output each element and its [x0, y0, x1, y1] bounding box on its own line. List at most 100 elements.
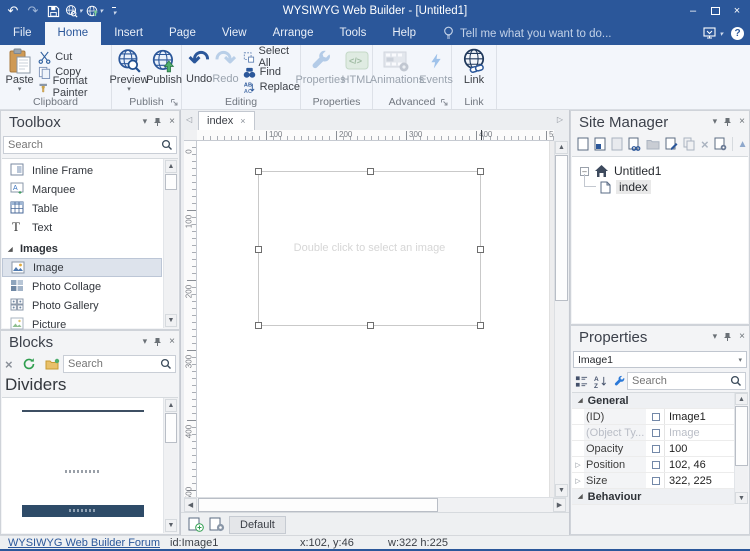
document-tab-index[interactable]: index ×	[198, 111, 255, 130]
scroll-down-button[interactable]: ▼	[165, 519, 177, 532]
resize-handle-w[interactable]	[255, 246, 262, 253]
panel-menu-icon[interactable]: ▾	[143, 116, 148, 127]
property-section-behaviour[interactable]: ◢ Behaviour	[572, 489, 734, 505]
toolbox-item-text[interactable]: T Text	[2, 218, 162, 237]
resize-handle-e[interactable]	[477, 246, 484, 253]
panel-close-icon[interactable]: ×	[739, 331, 745, 342]
events-button[interactable]: Events	[422, 47, 450, 86]
resize-handle-se[interactable]	[477, 322, 484, 329]
tab-file[interactable]: File	[0, 22, 45, 45]
qat-customize-button[interactable]: ▾	[105, 2, 123, 20]
delete-block-button[interactable]: ×	[5, 358, 13, 371]
toolbox-scrollbar[interactable]: ▲ ▼	[163, 159, 178, 328]
move-up-icon[interactable]: ▲	[738, 139, 748, 150]
html-button[interactable]: </> HTML	[342, 47, 372, 86]
scrollbar-thumb[interactable]	[165, 174, 177, 190]
property-row-opacity[interactable]: Opacity 100	[572, 441, 734, 457]
tell-me-box[interactable]: Tell me what you want to do...	[443, 22, 612, 45]
property-row-object-type[interactable]: (Object Ty... Image	[572, 425, 734, 441]
tab-page[interactable]: Page	[156, 22, 209, 45]
property-value[interactable]: 100	[664, 441, 734, 456]
animations-button[interactable]: Animations	[374, 47, 420, 86]
object-selector-combobox[interactable]: Image1 ▾	[573, 351, 747, 368]
forum-link[interactable]: WYSIWYG Web Builder Forum	[8, 536, 160, 550]
tab-scroll-right-icon[interactable]: ▷	[557, 115, 563, 124]
paste-button[interactable]: Paste ▾	[5, 47, 34, 93]
blocks-scrollbar[interactable]: ▲ ▼	[163, 398, 178, 533]
toolbox-item-marquee[interactable]: A Marquee	[2, 180, 162, 199]
pin-icon[interactable]	[724, 332, 732, 342]
panel-menu-icon[interactable]: ▾	[143, 336, 148, 347]
tab-insert[interactable]: Insert	[101, 22, 156, 45]
property-row-id[interactable]: (ID) Image1	[572, 409, 734, 425]
resize-handle-s[interactable]	[367, 322, 374, 329]
scroll-up-button[interactable]: ▲	[165, 399, 177, 412]
minimize-button[interactable]: –	[682, 1, 704, 21]
resize-handle-sw[interactable]	[255, 322, 262, 329]
find-button[interactable]: Find	[243, 65, 300, 79]
expand-row-icon[interactable]: ▷	[572, 477, 584, 485]
canvas-hscrollbar[interactable]: ◀ ▶	[184, 497, 566, 512]
resize-handle-nw[interactable]	[255, 168, 262, 175]
toolbox-item-image[interactable]: Image	[2, 258, 162, 277]
tab-view[interactable]: View	[209, 22, 260, 45]
property-value[interactable]: Image1	[664, 409, 734, 424]
publish-button[interactable]: Publish	[148, 47, 181, 86]
panel-close-icon[interactable]: ×	[739, 116, 745, 127]
tab-close-icon[interactable]: ×	[240, 116, 245, 126]
view-tab-default[interactable]: Default	[229, 516, 286, 534]
properties-button[interactable]: Properties	[302, 47, 340, 86]
ribbon-display-options-button[interactable]: ▾	[703, 27, 723, 40]
qat-save-button[interactable]	[44, 2, 62, 20]
property-value[interactable]: 322, 225	[664, 473, 734, 488]
site-tree-page-index[interactable]: index	[600, 180, 651, 194]
scroll-right-button[interactable]: ▶	[553, 498, 566, 512]
divider-preview-text[interactable]	[22, 470, 144, 474]
page-template-icon[interactable]	[611, 137, 623, 151]
page-canvas[interactable]: Double click to select an image	[197, 141, 554, 497]
new-page-icon[interactable]	[577, 137, 589, 151]
scroll-up-button[interactable]: ▲	[165, 160, 177, 173]
property-row-position[interactable]: ▷ Position 102, 46	[572, 457, 734, 473]
copy-page-icon[interactable]	[683, 137, 696, 151]
scroll-up-button[interactable]: ▲	[555, 141, 568, 154]
qat-undo-button[interactable]: ↶	[4, 2, 22, 20]
scrollbar-thumb[interactable]	[198, 498, 438, 512]
qat-publish-button[interactable]: ▾	[85, 2, 104, 20]
blocks-search-input[interactable]	[64, 358, 160, 370]
toolbox-item-photo-collage[interactable]: Photo Collage	[2, 277, 162, 296]
scrollbar-thumb[interactable]	[555, 155, 568, 301]
page-properties-icon[interactable]	[714, 137, 727, 151]
link-button[interactable]: Link	[456, 47, 492, 86]
selected-image-object[interactable]: Double click to select an image	[258, 171, 481, 326]
property-section-general[interactable]: ◢ General	[572, 393, 734, 409]
cut-button[interactable]: Cut	[38, 50, 111, 64]
preview-button[interactable]: Preview ▾	[113, 47, 146, 93]
panel-close-icon[interactable]: ×	[169, 336, 175, 347]
add-page-icon[interactable]	[188, 517, 204, 532]
edit-page-icon[interactable]	[665, 137, 678, 151]
undo-button[interactable]: ↶ Undo	[186, 47, 212, 85]
redo-button[interactable]: ↷ Redo	[212, 47, 238, 85]
property-value[interactable]: 102, 46	[664, 457, 734, 472]
scrollbar-thumb[interactable]	[735, 406, 748, 466]
properties-search[interactable]	[627, 372, 746, 390]
tab-home[interactable]: Home	[45, 22, 102, 45]
divider-preview-bar[interactable]	[22, 505, 144, 517]
expand-row-icon[interactable]: ▷	[572, 461, 584, 469]
toolbox-search[interactable]	[3, 136, 177, 154]
sort-alphabetical-icon[interactable]: A Z	[594, 375, 607, 388]
panel-menu-icon[interactable]: ▾	[713, 331, 718, 342]
select-all-button[interactable]: Select All	[243, 50, 300, 64]
pin-icon[interactable]	[724, 117, 732, 127]
maximize-button[interactable]	[704, 1, 726, 21]
dialog-launcher-icon[interactable]	[170, 98, 179, 107]
tab-tools[interactable]: Tools	[326, 22, 379, 45]
property-grid-scrollbar[interactable]: ▲ ▼	[734, 393, 748, 504]
scroll-down-button[interactable]: ▼	[735, 492, 748, 504]
open-folder-icon[interactable]	[45, 358, 60, 371]
scroll-left-button[interactable]: ◀	[184, 498, 197, 512]
scroll-down-button[interactable]: ▼	[165, 314, 177, 327]
site-tree-root[interactable]: – Untitled1	[580, 164, 661, 178]
tab-help[interactable]: Help	[379, 22, 429, 45]
